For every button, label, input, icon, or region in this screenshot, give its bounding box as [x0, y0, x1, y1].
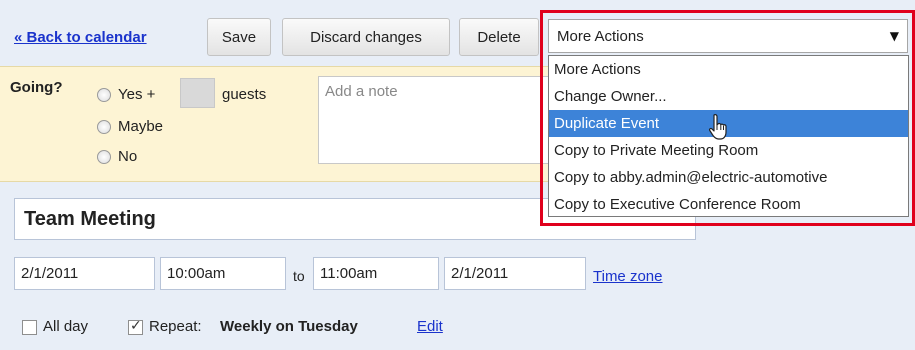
- repeat-checkbox[interactable]: [128, 318, 143, 335]
- save-button[interactable]: Save: [207, 18, 271, 56]
- rsvp-no-label: No: [118, 148, 138, 165]
- note-placeholder: Add a note: [325, 83, 398, 100]
- start-date-input[interactable]: 2/1/2011: [14, 257, 155, 290]
- menu-item-change-owner[interactable]: Change Owner...: [549, 83, 908, 110]
- going-label: Going?: [10, 79, 63, 96]
- delete-button[interactable]: Delete: [459, 18, 539, 56]
- repeat-edit-link[interactable]: Edit: [417, 318, 443, 335]
- more-actions-select[interactable]: More Actions ▼: [548, 19, 908, 53]
- rsvp-maybe-radio[interactable]: [97, 120, 111, 134]
- guests-label: guests: [222, 86, 267, 103]
- rsvp-maybe-label: Maybe: [118, 118, 164, 135]
- start-time-input[interactable]: 10:00am: [160, 257, 286, 290]
- menu-item-copy-executive-room[interactable]: Copy to Executive Conference Room: [549, 191, 908, 216]
- time-zone-link[interactable]: Time zone: [593, 268, 662, 285]
- to-label: to: [293, 268, 305, 284]
- all-day-checkbox[interactable]: [22, 320, 37, 335]
- more-actions-selected-value: More Actions: [557, 27, 644, 45]
- repeat-value: Weekly on Tuesday: [220, 318, 358, 335]
- all-day-label: All day: [43, 318, 89, 335]
- back-to-calendar-link[interactable]: « Back to calendar: [14, 29, 147, 46]
- rsvp-no-radio[interactable]: [97, 150, 111, 164]
- repeat-label: Repeat:: [149, 318, 202, 335]
- guest-count-input[interactable]: [180, 78, 215, 108]
- dropdown-arrow-icon: ▼: [889, 29, 899, 43]
- rsvp-yes-radio[interactable]: [97, 88, 111, 102]
- end-date-input[interactable]: 2/1/2011: [444, 257, 586, 290]
- discard-changes-button[interactable]: Discard changes: [282, 18, 450, 56]
- end-time-input[interactable]: 11:00am: [313, 257, 439, 290]
- rsvp-note-field[interactable]: Add a note: [318, 76, 550, 164]
- menu-item-more-actions[interactable]: More Actions: [549, 56, 908, 83]
- hand-cursor-icon: [708, 114, 727, 140]
- rsvp-yes-label: Yes +: [118, 86, 156, 103]
- menu-item-copy-abby-admin[interactable]: Copy to abby.admin@electric-automotive: [549, 164, 908, 191]
